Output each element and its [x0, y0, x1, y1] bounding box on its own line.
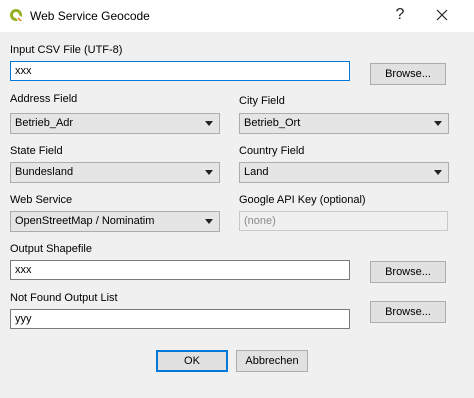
web-service-combo[interactable]: OpenStreetMap / Nominatim	[10, 211, 220, 232]
chevron-down-icon	[434, 121, 442, 126]
output-shapefile-field[interactable]: xxx	[10, 260, 350, 280]
web-service-label: Web Service	[10, 194, 73, 206]
close-icon	[436, 9, 448, 21]
cancel-button[interactable]: Abbrechen	[236, 350, 308, 372]
country-field-value: Land	[244, 166, 269, 178]
address-field-value: Betrieb_Adr	[15, 117, 74, 129]
state-field-value: Bundesland	[15, 166, 74, 178]
browse-input-button[interactable]: Browse...	[370, 63, 446, 85]
city-field-label: City Field	[239, 95, 285, 107]
city-field-combo[interactable]: Betrieb_Ort	[239, 113, 449, 134]
close-button[interactable]	[432, 4, 452, 26]
city-field-value: Betrieb_Ort	[244, 117, 301, 129]
address-field-combo[interactable]: Betrieb_Adr	[10, 113, 220, 134]
ok-button[interactable]: OK	[156, 350, 228, 372]
browse-not-found-button[interactable]: Browse...	[370, 301, 446, 323]
qgis-logo-icon	[10, 9, 22, 21]
api-key-field[interactable]: (none)	[239, 211, 448, 231]
browse-output-button[interactable]: Browse...	[370, 261, 446, 283]
address-field-label: Address Field	[10, 93, 78, 105]
window-title: Web Service Geocode	[30, 9, 150, 23]
country-field-label: Country Field	[239, 145, 305, 157]
web-service-value: OpenStreetMap / Nominatim	[15, 215, 155, 227]
output-shapefile-label: Output Shapefile	[10, 243, 92, 255]
help-button[interactable]: ?	[390, 4, 410, 26]
api-key-label: Google API Key (optional)	[239, 194, 366, 206]
state-field-combo[interactable]: Bundesland	[10, 162, 220, 183]
country-field-combo[interactable]: Land	[239, 162, 449, 183]
chevron-down-icon	[205, 219, 213, 224]
title-bar: Web Service Geocode ?	[0, 0, 474, 32]
state-field-label: State Field	[10, 145, 63, 157]
input-csv-label: Input CSV File (UTF-8)	[10, 44, 123, 56]
chevron-down-icon	[434, 170, 442, 175]
not-found-list-label: Not Found Output List	[10, 292, 118, 304]
not-found-list-field[interactable]: yyy	[10, 309, 350, 329]
input-csv-field[interactable]: xxx	[10, 61, 350, 81]
chevron-down-icon	[205, 170, 213, 175]
chevron-down-icon	[205, 121, 213, 126]
